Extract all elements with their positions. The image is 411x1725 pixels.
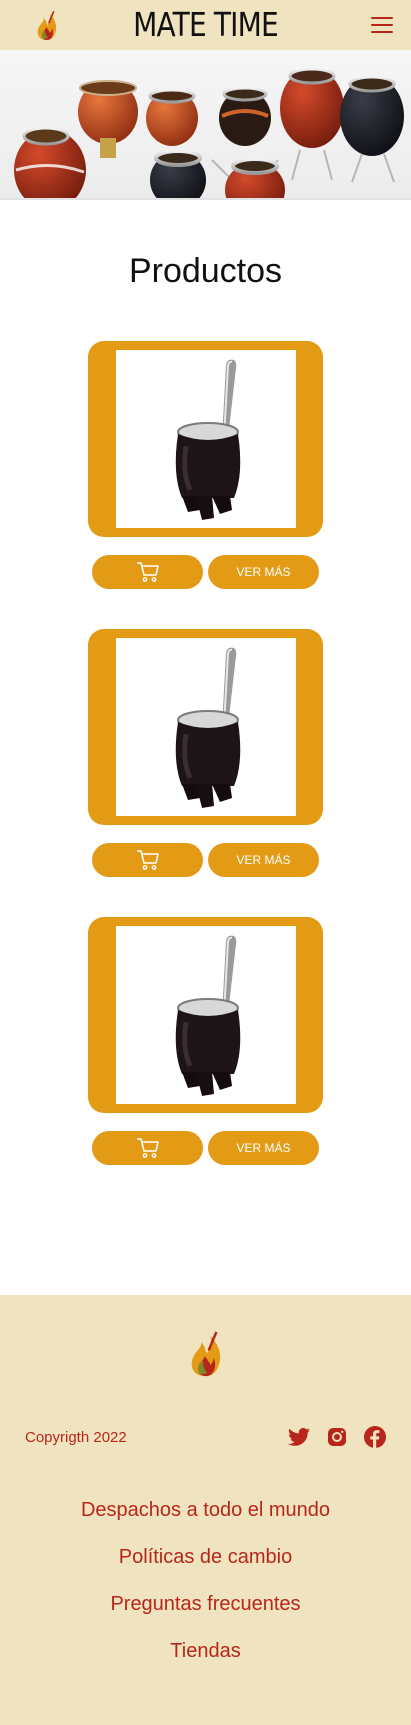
- add-to-cart-button[interactable]: [92, 843, 203, 877]
- footer-link-stores[interactable]: Tiendas: [0, 1628, 411, 1675]
- shopping-cart-icon: [136, 562, 159, 582]
- instagram-icon[interactable]: [325, 1425, 349, 1449]
- shopping-cart-icon: [136, 850, 159, 870]
- footer-link-exchange-policy[interactable]: Políticas de cambio: [0, 1534, 411, 1581]
- page-title: Productos: [128, 252, 283, 290]
- add-to-cart-button[interactable]: [92, 1131, 203, 1165]
- product-card: VER MÁS: [86, 629, 326, 877]
- product-card: VER MÁS: [86, 341, 326, 589]
- product-image-frame[interactable]: [88, 917, 323, 1113]
- twitter-icon[interactable]: [287, 1425, 311, 1449]
- mate-gourds-hero-image: [0, 67, 411, 200]
- mate-flame-logo-icon[interactable]: [34, 9, 60, 41]
- hero-banner: [0, 50, 411, 200]
- shopping-cart-icon: [136, 1138, 159, 1158]
- hamburger-menu-icon[interactable]: [371, 16, 393, 34]
- social-links: [287, 1425, 387, 1449]
- product-image: [115, 350, 296, 528]
- see-more-button[interactable]: VER MÁS: [208, 555, 319, 589]
- products-section: Productos VER MÁS VER MÁS VER MÁS: [0, 200, 411, 1295]
- mate-flame-logo-icon[interactable]: [186, 1327, 226, 1379]
- product-actions: VER MÁS: [92, 555, 319, 589]
- add-to-cart-button[interactable]: [92, 555, 203, 589]
- footer-link-shipping[interactable]: Despachos a todo el mundo: [0, 1487, 411, 1534]
- footer-link-faq[interactable]: Preguntas frecuentes: [0, 1581, 411, 1628]
- footer-meta-row: Copyrigth 2022: [0, 1425, 411, 1449]
- footer-links: Despachos a todo el mundo Políticas de c…: [0, 1487, 411, 1675]
- see-more-button[interactable]: VER MÁS: [208, 843, 319, 877]
- product-image: [115, 638, 296, 816]
- product-actions: VER MÁS: [92, 843, 319, 877]
- product-image: [115, 926, 296, 1104]
- top-bar: MATE TIME: [0, 0, 411, 50]
- black-mate-gourd-with-bombilla: [175, 647, 240, 808]
- product-image-frame[interactable]: [88, 341, 323, 537]
- site-title: MATE TIME: [133, 5, 279, 44]
- product-actions: VER MÁS: [92, 1131, 319, 1165]
- product-card: VER MÁS: [86, 917, 326, 1165]
- copyright-text: Copyrigth 2022: [25, 1428, 127, 1446]
- product-image-frame[interactable]: [88, 629, 323, 825]
- facebook-icon[interactable]: [363, 1425, 387, 1449]
- black-mate-gourd-with-bombilla: [175, 935, 240, 1096]
- see-more-button[interactable]: VER MÁS: [208, 1131, 319, 1165]
- site-footer: Copyrigth 2022 Despachos a todo el mundo…: [0, 1295, 411, 1725]
- black-mate-gourd-with-bombilla: [175, 359, 240, 520]
